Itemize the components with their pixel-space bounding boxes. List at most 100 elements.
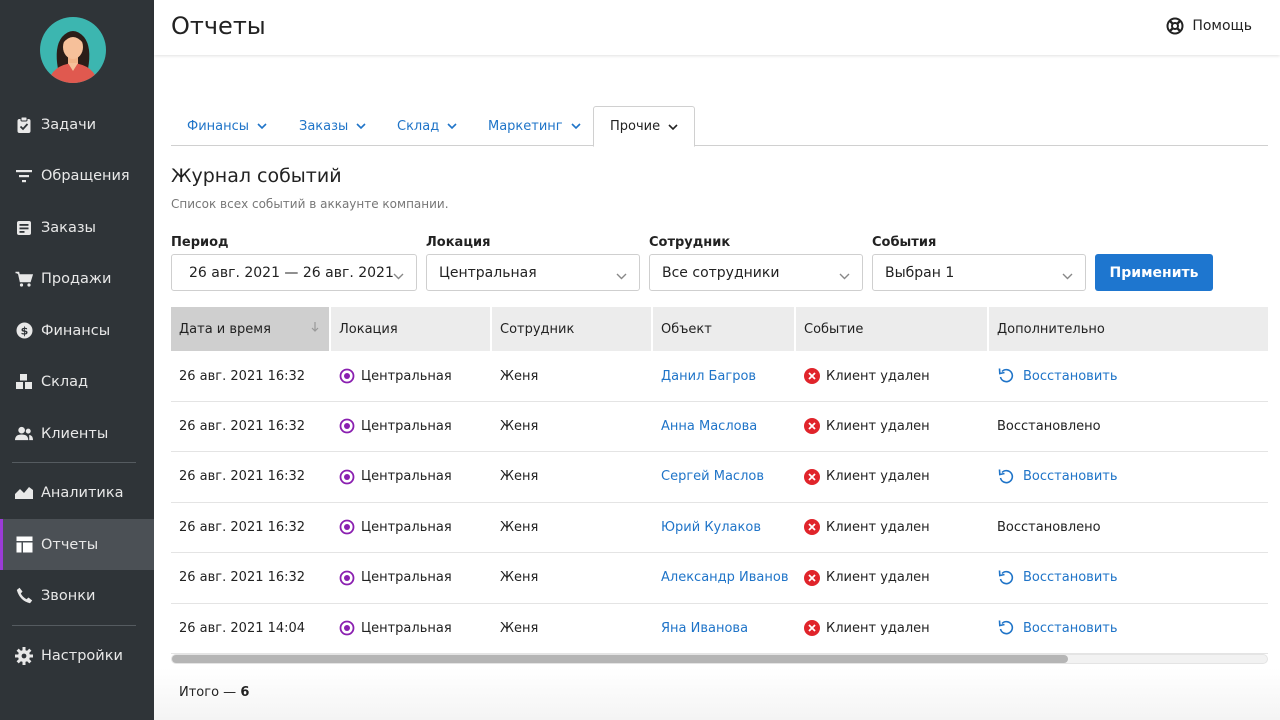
tab-orders[interactable]: Заказы xyxy=(299,106,366,146)
cell-object[interactable]: Анна Маслова xyxy=(661,401,757,451)
chevron-down-icon xyxy=(616,268,627,284)
horizontal-scrollbar[interactable] xyxy=(171,654,1268,664)
restore-button[interactable]: Восстановить xyxy=(997,351,1118,401)
tab-marketing[interactable]: Маркетинг xyxy=(488,106,581,146)
column-location[interactable]: Локация xyxy=(331,307,492,351)
chevron-down-icon xyxy=(1062,268,1073,284)
cell-object-text[interactable]: Данил Багров xyxy=(661,369,756,384)
table-row: 26 авг. 2021 14:04 Центральная Женя Яна Ива… xyxy=(171,603,1268,654)
cell-location-text: Центральная xyxy=(361,570,452,586)
cell-location-text: Центральная xyxy=(361,368,452,384)
period-select[interactable]: 26 авг. 2021 — 26 авг. 2021 xyxy=(171,254,417,291)
cell-location: Центральная xyxy=(339,502,452,552)
tab-warehouse[interactable]: Склад xyxy=(397,106,457,146)
location-pin-icon xyxy=(339,620,355,636)
sidebar-item-cart[interactable]: Продажи xyxy=(0,253,154,304)
employee-select[interactable]: Все сотрудники xyxy=(649,254,863,291)
sidebar-item-filter[interactable]: Обращения xyxy=(0,150,154,201)
sidebar-item-label: Отчеты xyxy=(41,536,99,553)
help-link[interactable]: Помощь xyxy=(1166,17,1252,35)
restore-button[interactable]: Восстановить xyxy=(997,553,1118,603)
sidebar-item-gear[interactable]: Настройки xyxy=(0,630,154,681)
events-value: Выбран 1 xyxy=(885,264,955,281)
cell-object-text[interactable]: Юрий Кулаков xyxy=(661,520,761,535)
table-header: Дата и время Локация Сотрудник Объект Со… xyxy=(171,307,1268,351)
sidebar-item-phone[interactable]: Звонки xyxy=(0,570,154,621)
column-event[interactable]: Событие xyxy=(796,307,989,351)
column-label: Дополнительно xyxy=(997,321,1105,337)
cell-object[interactable]: Данил Багров xyxy=(661,351,756,401)
sidebar-item-chart[interactable]: Аналитика xyxy=(0,467,154,518)
restore-button-text[interactable]: Восстановить xyxy=(1023,469,1118,484)
sidebar-item-label: Заказы xyxy=(41,219,96,236)
cell-employee: Женя xyxy=(500,452,538,502)
sidebar-item-label: Клиенты xyxy=(41,425,109,442)
sidebar-item-boxes[interactable]: Склад xyxy=(0,356,154,407)
sort-arrow-icon xyxy=(311,321,319,337)
table-row: 26 авг. 2021 16:32 Центральная Женя Данил Б… xyxy=(171,351,1268,402)
cell-employee: Женя xyxy=(500,351,538,401)
cell-object[interactable]: Александр Иванов xyxy=(661,553,789,603)
restore-button[interactable]: Восстановить xyxy=(997,603,1118,653)
cell-employee-text: Женя xyxy=(500,418,539,434)
apply-button[interactable]: Применить xyxy=(1095,254,1213,291)
delete-x-icon xyxy=(804,519,820,536)
cell-event-text: Клиент удален xyxy=(826,469,930,485)
cell-object-text[interactable]: Анна Маслова xyxy=(661,419,757,434)
lifebuoy-icon xyxy=(1166,17,1184,35)
gear-icon xyxy=(15,646,33,665)
scrollbar-thumb[interactable] xyxy=(172,655,1068,663)
order-icon xyxy=(15,219,33,237)
sidebar-item-label: Аналитика xyxy=(41,484,124,501)
cell-object-text[interactable]: Сергей Маслов xyxy=(661,469,764,484)
chart-icon xyxy=(15,484,33,502)
employee-value: Все сотрудники xyxy=(662,264,780,281)
cell-restored-status-text: Восстановлено xyxy=(997,418,1101,434)
location-pin-icon xyxy=(339,570,355,586)
delete-x-icon xyxy=(804,620,820,636)
phone-icon xyxy=(15,587,33,605)
delete-x-icon xyxy=(804,569,820,586)
sidebar-item-order[interactable]: Заказы xyxy=(0,202,154,253)
cell-employee-text: Женя xyxy=(500,570,539,586)
cell-location: Центральная xyxy=(339,452,452,502)
sidebar-item-table[interactable]: Отчеты xyxy=(0,519,154,570)
table-row: 26 авг. 2021 16:32 Центральная Женя Алексан… xyxy=(171,553,1268,604)
sidebar: Задачи Обращения Заказы Продажи $ Финансы Скла… xyxy=(0,0,154,720)
restore-button-text[interactable]: Восстановить xyxy=(1023,369,1118,384)
restore-button-text[interactable]: Восстановить xyxy=(1023,621,1118,636)
cell-restored-status: Восстановлено xyxy=(997,401,1101,451)
column-extra[interactable]: Дополнительно xyxy=(989,307,1268,351)
events-select[interactable]: Выбран 1 xyxy=(872,254,1086,291)
location-value: Центральная xyxy=(439,264,537,281)
cell-object-text[interactable]: Александр Иванов xyxy=(661,570,789,585)
sidebar-item-clipboard[interactable]: Задачи xyxy=(0,99,154,150)
cell-object[interactable]: Юрий Кулаков xyxy=(661,502,761,552)
sidebar-item-label: Звонки xyxy=(41,587,96,604)
chevron-down-icon xyxy=(839,268,850,284)
tab-other[interactable]: Прочие xyxy=(593,106,696,147)
cell-event: Клиент удален xyxy=(804,502,930,552)
column-object[interactable]: Объект xyxy=(653,307,796,351)
sidebar-item-dollar[interactable]: $ Финансы xyxy=(0,305,154,356)
clipboard-icon xyxy=(15,116,33,134)
avatar[interactable] xyxy=(40,17,106,83)
tab-finance[interactable]: Финансы xyxy=(187,106,267,146)
cart-icon xyxy=(15,270,33,288)
cell-object[interactable]: Яна Иванова xyxy=(661,603,748,653)
delete-x-icon xyxy=(804,468,820,485)
cell-object[interactable]: Сергей Маслов xyxy=(661,452,764,502)
chevron-down-icon xyxy=(356,123,366,129)
restore-button-text[interactable]: Восстановить xyxy=(1023,570,1118,585)
column-datetime[interactable]: Дата и время xyxy=(171,307,331,351)
cell-datetime-text: 26 авг. 2021 16:32 xyxy=(179,368,306,384)
cell-event-text: Клиент удален xyxy=(826,519,930,535)
cell-event-text: Клиент удален xyxy=(826,418,930,434)
cell-object-text[interactable]: Яна Иванова xyxy=(661,621,748,636)
column-employee[interactable]: Сотрудник xyxy=(492,307,653,351)
sidebar-item-users[interactable]: Клиенты xyxy=(0,408,154,459)
delete-x-icon xyxy=(804,368,820,384)
location-select[interactable]: Центральная xyxy=(426,254,640,291)
restore-button[interactable]: Восстановить xyxy=(997,452,1118,502)
total-label: Итого — xyxy=(179,685,237,700)
